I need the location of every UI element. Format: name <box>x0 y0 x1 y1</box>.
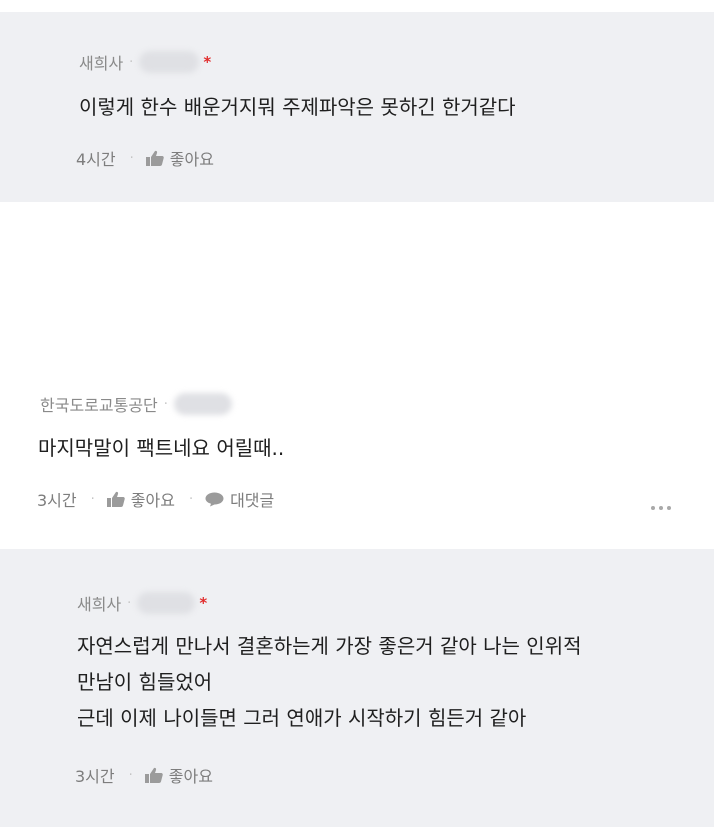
dot <box>651 506 655 510</box>
separator-dot: · <box>127 595 132 611</box>
masked-id-marker: * <box>199 594 208 612</box>
like-label: 좋아요 <box>130 491 175 510</box>
comment-body: 이렇게 한수 배운거지뭐 주제파악은 못하긴 한거같다 <box>79 89 516 125</box>
separator-dot: · <box>129 54 134 70</box>
comment-line: 마지막말이 팩트네요 어릴때.. <box>38 436 285 460</box>
separator-dot: · <box>163 396 168 412</box>
author-name[interactable]: 새희사 <box>79 50 123 74</box>
comment-header: 새희사 · * <box>79 50 211 74</box>
thumbs-up-icon <box>145 150 164 166</box>
reply-label: 대댓글 <box>230 491 275 510</box>
thumbs-up-icon <box>106 491 125 507</box>
comment-header: 새희사 · * <box>77 591 207 615</box>
separator-dot: · <box>129 150 134 166</box>
timestamp: 3시간 <box>75 767 115 786</box>
comment-actions: 4시간 · 좋아요 <box>76 146 214 170</box>
timestamp: 4시간 <box>76 150 116 169</box>
reply-button[interactable]: 대댓글 <box>205 487 274 511</box>
comment-actions: 3시간 · 좋아요 <box>75 763 213 787</box>
comment-line: 자연스럽게 만나서 결혼하는게 가장 좋은거 같아 나는 인위적 <box>77 634 582 658</box>
dot <box>667 506 671 510</box>
masked-id-marker: * <box>203 53 212 71</box>
like-label: 좋아요 <box>168 767 213 786</box>
comment-actions: 3시간 · 좋아요 · 대댓글 <box>37 487 274 511</box>
reply-comment-3: 새희사 · * 자연스럽게 만나서 결혼하는게 가장 좋은거 같아 나는 인위적… <box>0 549 714 827</box>
like-button[interactable]: 좋아요 <box>106 487 175 511</box>
more-dots-icon[interactable] <box>651 506 671 510</box>
like-button[interactable]: 좋아요 <box>144 763 213 787</box>
separator-dot: · <box>90 491 95 507</box>
author-name[interactable]: 한국도로교통공단 <box>40 392 158 416</box>
speech-bubble-icon <box>205 492 224 506</box>
reply-comment-1: 새희사 · * 이렇게 한수 배운거지뭐 주제파악은 못하긴 한거같다 4시간 … <box>0 12 714 202</box>
like-button[interactable]: 좋아요 <box>145 146 214 170</box>
dot <box>659 506 663 510</box>
blurred-author-id <box>137 592 196 614</box>
thumbs-up-icon <box>144 767 163 783</box>
author-name[interactable]: 새희사 <box>77 591 121 615</box>
comment-header: 한국도로교통공단 · <box>40 392 232 416</box>
comment-body: 자연스럽게 만나서 결혼하는게 가장 좋은거 같아 나는 인위적 만남이 힘들었… <box>77 628 582 736</box>
timestamp: 3시간 <box>37 491 77 510</box>
comment-2: 한국도로교통공단 · 마지막말이 팩트네요 어릴때.. 3시간 · 좋아요 · … <box>0 362 714 549</box>
blurred-author-id <box>139 51 200 73</box>
comment-line: 이렇게 한수 배운거지뭐 주제파악은 못하긴 한거같다 <box>79 95 516 119</box>
separator-dot: · <box>128 767 133 783</box>
like-label: 좋아요 <box>169 150 214 169</box>
separator-dot: · <box>188 491 194 507</box>
comment-body: 마지막말이 팩트네요 어릴때.. <box>38 430 284 466</box>
blurred-author-id <box>173 393 232 415</box>
comment-line: 근데 이제 나이들면 그러 연애가 시작하기 힘든거 같아 <box>77 706 527 730</box>
comment-line: 만남이 힘들었어 <box>77 670 213 694</box>
